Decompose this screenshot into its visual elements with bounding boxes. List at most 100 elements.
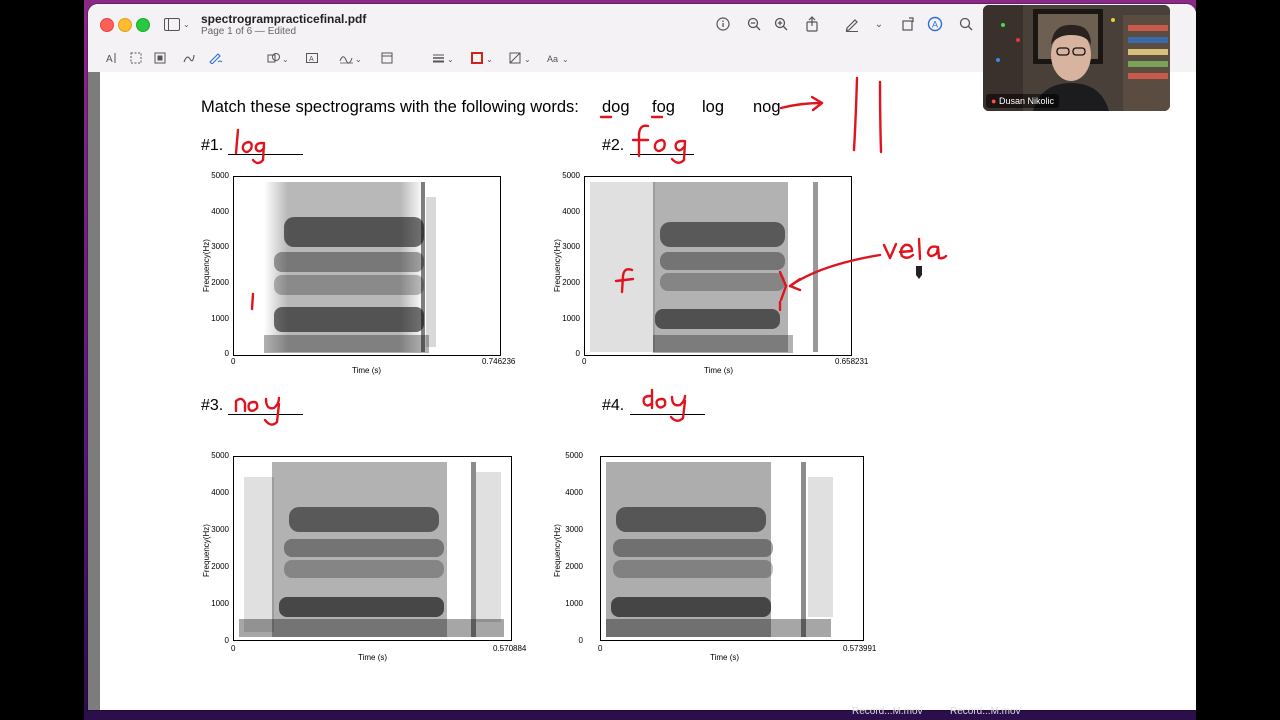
spectrogram-1-xmax: 0.746236 [482, 357, 516, 366]
spectrogram-3-xmax: 0.570884 [493, 644, 527, 653]
info-icon[interactable] [713, 14, 733, 34]
item-4-answer-line [630, 414, 705, 415]
draw-icon[interactable] [208, 48, 224, 68]
zoom-in-icon[interactable] [771, 14, 791, 34]
ytick: 2000 [565, 562, 583, 571]
ytick: 5000 [211, 171, 229, 180]
note-icon[interactable] [380, 48, 394, 68]
spectrogram-2-plot [584, 176, 852, 356]
item-1-answer-line [228, 154, 303, 155]
spectrogram-3-xlabel: Time (s) [358, 653, 388, 662]
search-icon[interactable] [956, 14, 976, 34]
ytick: 5000 [211, 451, 229, 460]
svg-text:A: A [309, 56, 314, 63]
item-2-answer-line [630, 154, 694, 155]
instant-alpha-icon[interactable] [153, 48, 167, 68]
svg-text:⌄: ⌄ [282, 55, 289, 64]
ytick: 3000 [565, 525, 583, 534]
spectrogram-4-plot [600, 456, 864, 641]
item-2-label: #2. [602, 137, 625, 154]
dock-item[interactable]: Record...M.mov [950, 706, 1021, 717]
rotate-icon[interactable] [898, 14, 918, 34]
presenter-name: ● Dusan Nikolic [986, 94, 1059, 108]
ytick: 5000 [562, 171, 580, 180]
item-3-answer-line [228, 414, 303, 415]
item-3-label: #3. [201, 397, 224, 414]
svg-text:⌄: ⌄ [562, 55, 569, 64]
ytick: 4000 [565, 488, 583, 497]
signature-icon[interactable]: ⌄ [338, 48, 364, 68]
chevron-down-icon: ⌄ [183, 19, 190, 29]
svg-text:⌄: ⌄ [486, 55, 493, 64]
ytick: 3000 [562, 242, 580, 251]
ytick: 1000 [562, 314, 580, 323]
item-4-label: #4. [602, 397, 625, 414]
spectrogram-2-xmin: 0 [582, 357, 587, 366]
ytick: 0 [575, 349, 580, 358]
markup-circle-icon[interactable]: A [925, 14, 945, 34]
sidebar-icon [164, 17, 180, 31]
svg-text:⌄: ⌄ [524, 55, 531, 64]
ytick: 4000 [211, 488, 229, 497]
sketch-icon[interactable] [182, 48, 196, 68]
ytick: 1000 [211, 599, 229, 608]
markup-pen-icon[interactable] [842, 14, 862, 34]
sidebar-toggle-button[interactable]: ⌄ [164, 15, 194, 33]
spectrogram-2-xlabel: Time (s) [704, 366, 734, 375]
ytick: 0 [224, 636, 229, 645]
sidebar-gutter [88, 72, 100, 710]
chevron-down-icon[interactable]: ⌄ [869, 14, 889, 34]
document-filename: spectrogrampracticefinal.pdf [201, 12, 367, 26]
spectrogram-2-xmax: 0.658231 [835, 357, 869, 366]
svg-text:⌄: ⌄ [447, 55, 454, 64]
instruction-text: Match these spectrograms with the follow… [201, 98, 579, 116]
rectangle-selection-icon[interactable] [129, 48, 143, 68]
spectrogram-4-xmin: 0 [598, 644, 603, 653]
dock-item[interactable]: Record...M.mov [852, 706, 923, 717]
share-icon[interactable] [802, 14, 822, 34]
ytick: 3000 [211, 242, 229, 251]
minimize-window-button[interactable] [118, 18, 132, 32]
zoom-window-button[interactable] [136, 18, 150, 32]
ytick: 3000 [211, 525, 229, 534]
webcam-overlay: ● Dusan Nikolic [983, 5, 1170, 111]
svg-text:⌄: ⌄ [355, 55, 362, 64]
spectrogram-1-xlabel: Time (s) [352, 366, 382, 375]
presenter-name-text: Dusan Nikolic [998, 96, 1054, 106]
fill-color-icon[interactable]: ⌄ [508, 48, 532, 68]
ytick: 5000 [565, 451, 583, 460]
item-1-label: #1. [201, 137, 224, 154]
spectrogram-1-plot [233, 176, 501, 356]
ytick: 0 [578, 636, 583, 645]
ytick: 2000 [211, 278, 229, 287]
close-window-button[interactable] [100, 18, 114, 32]
spectrogram-4-xmax: 0.573991 [843, 644, 877, 653]
line-style-icon[interactable]: ⌄ [431, 48, 455, 68]
svg-text:A: A [932, 20, 938, 30]
border-color-icon[interactable]: ⌄ [470, 48, 494, 68]
text-style-icon[interactable]: Aa ⌄ [546, 48, 570, 68]
svg-text:Aa: Aa [547, 54, 558, 64]
document-page-status: Page 1 of 6 — Edited [201, 26, 297, 37]
word-dog: dog [602, 98, 630, 116]
ytick: 1000 [565, 599, 583, 608]
ytick: 2000 [562, 278, 580, 287]
shapes-icon[interactable]: ⌄ [266, 48, 290, 68]
spectrogram-3-xmin: 0 [231, 644, 236, 653]
text-selection-icon[interactable]: A [105, 48, 119, 68]
spectrogram-3-plot [233, 456, 512, 641]
ytick: 1000 [211, 314, 229, 323]
ytick: 2000 [211, 562, 229, 571]
microphone-icon: ● [991, 96, 997, 106]
text-box-icon[interactable]: A [305, 48, 319, 68]
word-log: log [702, 98, 725, 116]
ytick: 4000 [211, 207, 229, 216]
word-fog: fog [652, 98, 675, 116]
word-nog: nog [753, 98, 781, 116]
ytick: 0 [224, 349, 229, 358]
svg-text:A: A [106, 54, 113, 64]
ytick: 4000 [562, 207, 580, 216]
spectrogram-1-xmin: 0 [231, 357, 236, 366]
spectrogram-4-xlabel: Time (s) [710, 653, 740, 662]
zoom-out-icon[interactable] [744, 14, 764, 34]
